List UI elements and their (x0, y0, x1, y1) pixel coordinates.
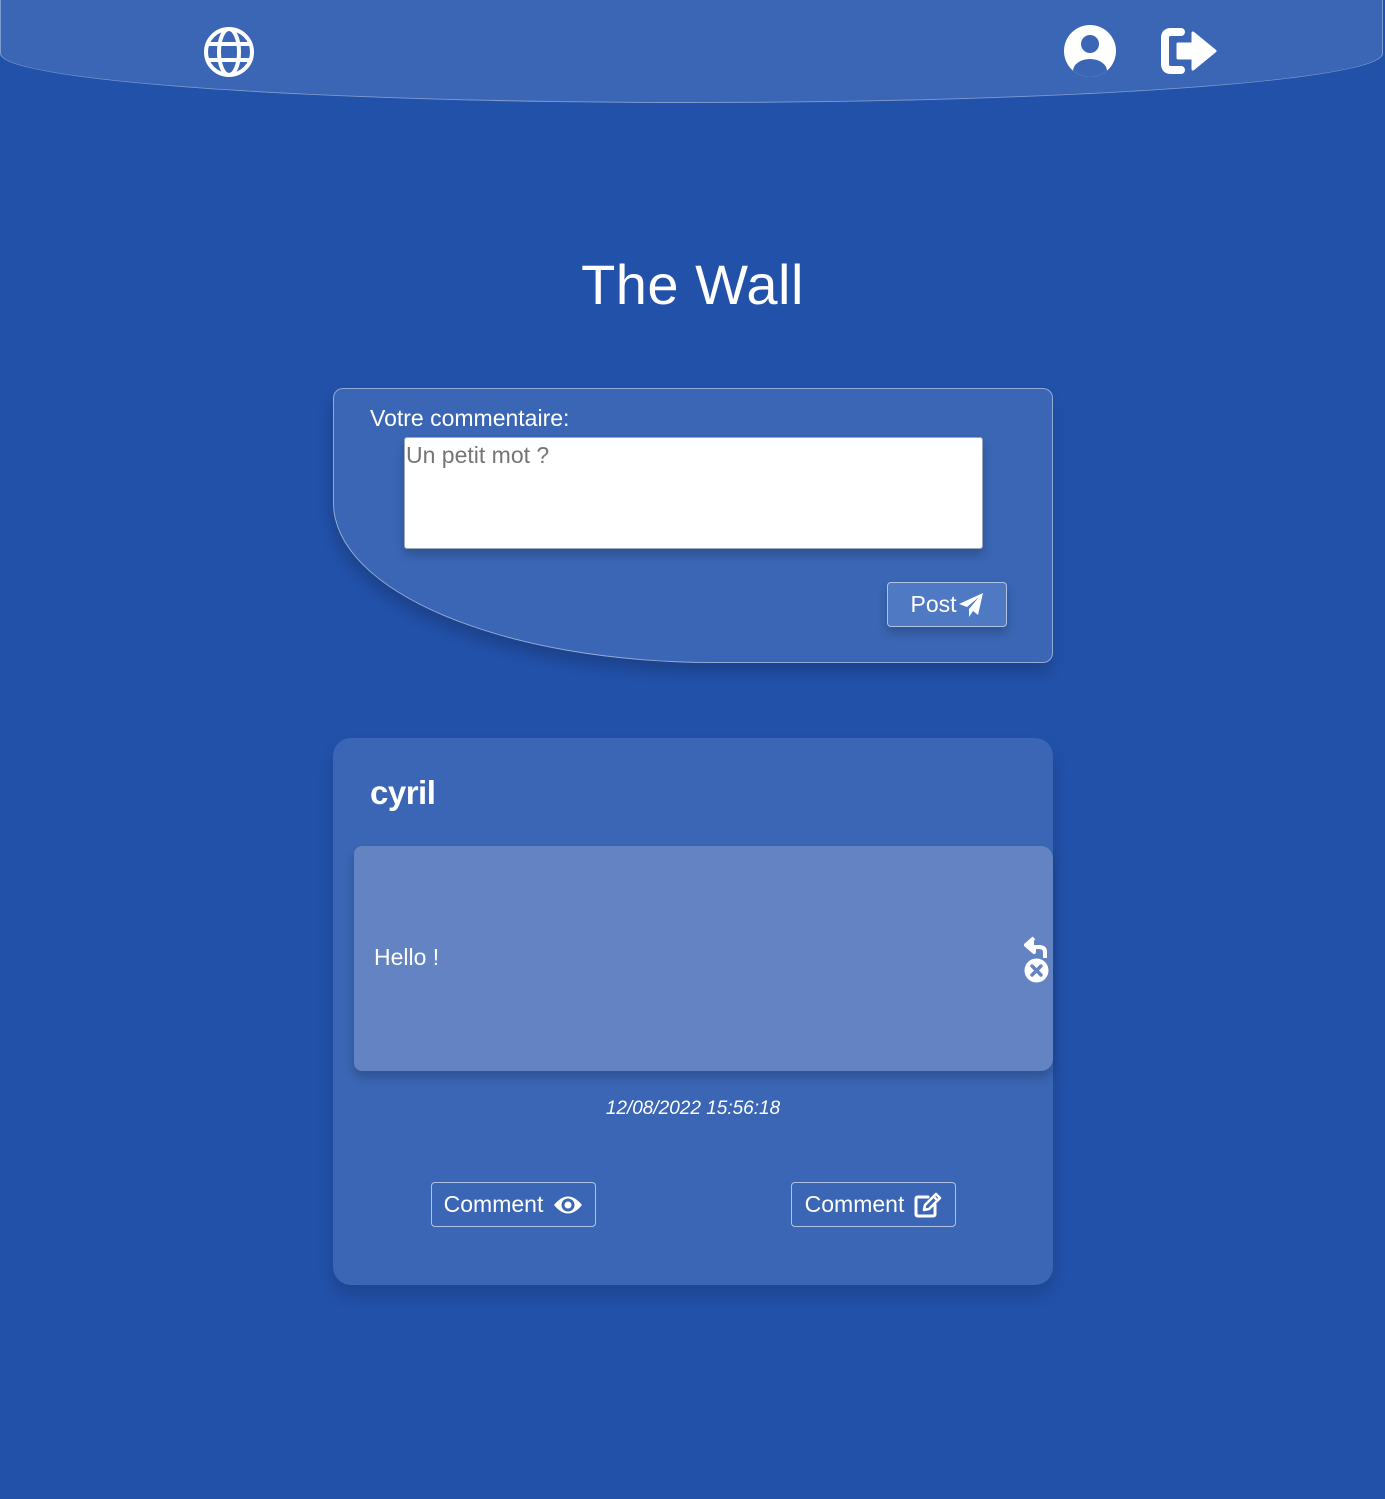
comment-label: Votre commentaire: (370, 405, 570, 431)
page-title: The Wall (581, 253, 804, 316)
edit-icon (914, 1192, 942, 1217)
top-navbar (0, 0, 1383, 103)
comment-form: Votre commentaire: Post (333, 388, 1053, 663)
post-button[interactable]: Post (887, 582, 1007, 627)
globe-icon[interactable] (203, 26, 255, 78)
write-comment-label: Comment (804, 1191, 905, 1217)
post-message: Hello ! (374, 944, 440, 970)
post-card: cyril Hello ! 12/08/2022 15:56:18 Commen… (333, 738, 1053, 1285)
reply-icon[interactable] (1024, 936, 1050, 960)
paper-plane-icon (958, 592, 983, 617)
user-circle-icon[interactable] (1064, 25, 1116, 77)
view-comments-label: Comment (443, 1191, 544, 1217)
write-comment-button[interactable]: Comment (791, 1182, 956, 1227)
post-message-box: Hello ! (354, 846, 1053, 1071)
eye-icon (554, 1196, 583, 1213)
comment-input[interactable] (404, 437, 983, 549)
post-author: cyril (370, 774, 436, 811)
logout-icon[interactable] (1161, 28, 1217, 74)
post-timestamp: 12/08/2022 15:56:18 (605, 1098, 781, 1119)
close-circle-icon[interactable] (1024, 958, 1049, 983)
post-button-label: Post (910, 591, 957, 617)
view-comments-button[interactable]: Comment (431, 1182, 596, 1227)
